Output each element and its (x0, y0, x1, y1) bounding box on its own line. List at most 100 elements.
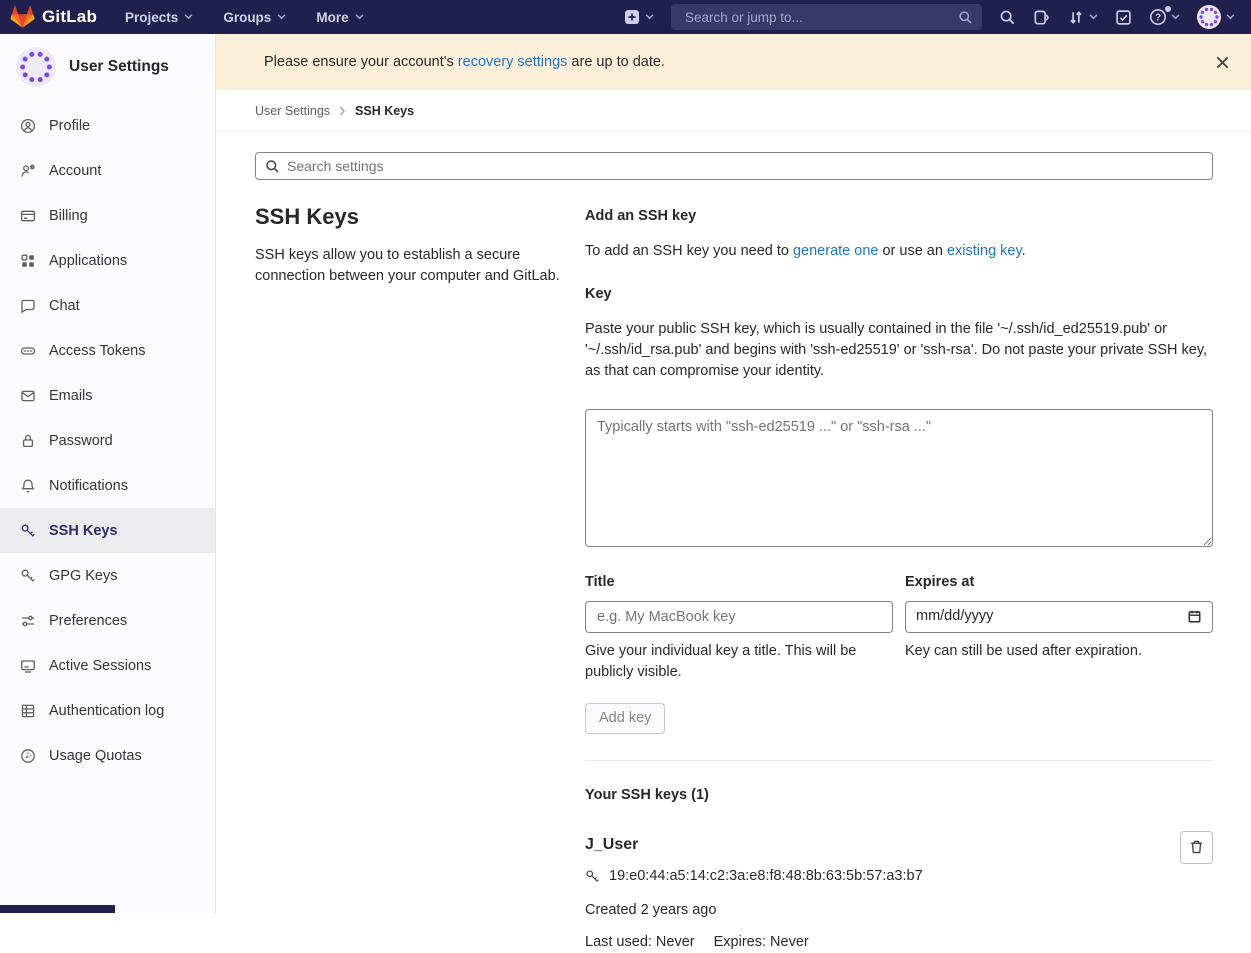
merge-requests-icon (1067, 9, 1085, 26)
alert-text: Please ensure your account's recovery se… (264, 54, 665, 70)
add-ssh-key-intro: To add an SSH key you need to generate o… (585, 241, 1213, 262)
billing-icon (20, 208, 36, 224)
chevron-down-icon (184, 14, 193, 20)
title-input[interactable] (585, 601, 893, 633)
sidebar-item-profile[interactable]: Profile (0, 103, 215, 148)
access-tokens-icon (20, 343, 36, 359)
preferences-icon (20, 613, 36, 629)
ssh-key-created: Created 2 years ago (585, 900, 1133, 921)
active-sessions-icon (20, 658, 36, 674)
sidebar-item-chat[interactable]: Chat (0, 283, 215, 328)
chevron-down-icon (355, 14, 364, 20)
merge-requests-button[interactable] (1067, 9, 1098, 26)
recovery-settings-link[interactable]: recovery settings (458, 54, 568, 70)
main-content: User Settings SSH Keys SSH Keys SSH keys… (216, 90, 1251, 913)
ssh-key-list-item: J_User 19:e0:44:a5:14:c2:3a:e8:f8:48:8b:… (585, 834, 1213, 953)
issues-icon (1033, 9, 1050, 26)
key-field-label: Key (585, 284, 1213, 305)
navbar-right: Search or jump to... (624, 4, 1235, 30)
settings-search-input[interactable] (255, 152, 1213, 180)
chevron-down-icon (1089, 14, 1098, 20)
gitlab-wordmark: GitLab (42, 7, 97, 27)
nav-more[interactable]: More (316, 10, 363, 25)
sidebar-item-applications[interactable]: Applications (0, 238, 215, 283)
ssh-key-title: J_User (585, 834, 1133, 855)
page-description: SSH keys allow you to establish a secure… (255, 245, 560, 287)
sidebar-item-notifications[interactable]: Notifications (0, 463, 215, 508)
search-button[interactable] (999, 9, 1016, 26)
alert-close-button[interactable] (1212, 52, 1233, 73)
add-key-button[interactable]: Add key (585, 703, 665, 734)
primary-nav: Projects Groups More (125, 10, 364, 25)
ssh-key-fingerprint-row: 19:e0:44:a5:14:c2:3a:e8:f8:48:8b:63:5b:5… (585, 866, 1133, 887)
ssh-key-expires: Expires: Never (714, 932, 809, 953)
content-area: SSH Keys SSH keys allow you to establish… (216, 132, 1251, 953)
chevron-down-icon (277, 14, 286, 20)
global-search-input[interactable]: Search or jump to... (671, 4, 982, 30)
ssh-key-meta: Last used: Never Expires: Never (585, 932, 1133, 953)
sidebar-title: User Settings (69, 58, 169, 76)
search-icon (999, 9, 1016, 26)
your-ssh-keys-heading: Your SSH keys (1) (585, 785, 1213, 806)
ssh-key-form-column: Add an SSH key To add an SSH key you nee… (585, 200, 1213, 953)
chat-icon (20, 298, 36, 314)
sidebar-item-active-sessions[interactable]: Active Sessions (0, 643, 215, 688)
profile-icon (20, 118, 36, 134)
sidebar-item-access-tokens[interactable]: Access Tokens (0, 328, 215, 373)
calendar-icon[interactable] (1187, 609, 1202, 624)
new-menu-button[interactable] (624, 9, 654, 25)
generate-one-link[interactable]: generate one (793, 243, 878, 259)
sidebar-item-password[interactable]: Password (0, 418, 215, 463)
delete-key-button[interactable] (1180, 831, 1213, 864)
expires-date-input[interactable]: mm/dd/yyyy (905, 601, 1213, 633)
settings-sidebar: User Settings Profile Account Billing (0, 34, 216, 913)
plus-icon (624, 9, 640, 25)
help-icon: ? (1149, 8, 1167, 26)
avatar (16, 47, 56, 87)
sidebar-item-billing[interactable]: Billing (0, 193, 215, 238)
title-help: Give your individual key a title. This w… (585, 641, 893, 683)
global-search-placeholder: Search or jump to... (685, 10, 958, 25)
page-title: SSH Keys (255, 204, 560, 230)
help-button[interactable]: ? (1149, 8, 1180, 26)
ssh-key-textarea[interactable] (585, 409, 1213, 547)
authentication-log-icon (20, 703, 36, 719)
ssh-keys-section: SSH Keys SSH keys allow you to establish… (255, 200, 1213, 953)
user-menu-button[interactable] (1197, 5, 1235, 29)
chevron-down-icon (645, 14, 654, 20)
nav-groups[interactable]: Groups (223, 10, 286, 25)
sidebar-item-account[interactable]: Account (0, 148, 215, 193)
sidebar-item-gpg-keys[interactable]: GPG Keys (0, 553, 215, 598)
existing-key-link[interactable]: existing key (947, 243, 1022, 259)
ssh-key-fingerprint: 19:e0:44:a5:14:c2:3a:e8:f8:48:8b:63:5b:5… (609, 866, 923, 887)
sidebar-item-emails[interactable]: Emails (0, 373, 215, 418)
search-icon (265, 159, 280, 174)
ssh-keys-icon (20, 523, 36, 539)
sidebar-item-ssh-keys[interactable]: SSH Keys (0, 508, 215, 553)
applications-icon (20, 253, 36, 269)
todo-icon (1115, 9, 1132, 26)
recovery-settings-alert: Please ensure your account's recovery se… (216, 34, 1251, 90)
sidebar-item-usage-quotas[interactable]: Usage Quotas (0, 733, 215, 778)
trash-icon (1189, 839, 1204, 855)
key-field-help: Paste your public SSH key, which is usua… (585, 319, 1213, 382)
sidebar-item-preferences[interactable]: Preferences (0, 598, 215, 643)
todos-button[interactable] (1115, 9, 1132, 26)
breadcrumb: User Settings SSH Keys (216, 90, 1251, 132)
key-icon (585, 869, 600, 884)
breadcrumb-user-settings[interactable]: User Settings (255, 104, 330, 118)
gitlab-tanuki-icon (10, 5, 35, 29)
key-meta-fields: Title Give your individual key a title. … (585, 572, 1213, 683)
sidebar-header: User Settings (0, 34, 215, 95)
password-icon (20, 433, 36, 449)
gitlab-home-link[interactable]: GitLab (10, 5, 97, 29)
chevron-down-icon (1226, 14, 1235, 20)
notification-dot (1165, 6, 1171, 12)
top-navbar: GitLab Projects Groups More Search or ju… (0, 0, 1251, 34)
sidebar-item-authentication-log[interactable]: Authentication log (0, 688, 215, 733)
issues-button[interactable] (1033, 9, 1050, 26)
search-icon (958, 10, 973, 25)
browser-status-bar (0, 905, 115, 913)
nav-projects[interactable]: Projects (125, 10, 193, 25)
avatar (1197, 5, 1221, 29)
